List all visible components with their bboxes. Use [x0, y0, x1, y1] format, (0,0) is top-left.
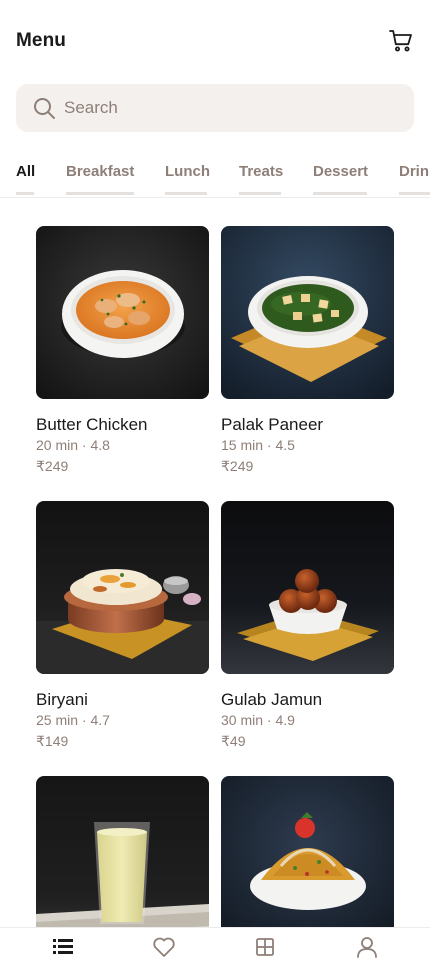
tab-dessert[interactable]: Dessert: [313, 150, 369, 197]
item-meta: 20 min · 4.8: [36, 437, 110, 453]
tab-indicator: [399, 192, 430, 195]
dish-image: [36, 776, 209, 949]
item-name: Gulab Jamun: [221, 690, 323, 709]
grid-icon: [256, 938, 274, 956]
dish-image: [221, 226, 394, 399]
dish-image: [221, 776, 394, 949]
list-icon: [53, 939, 73, 954]
nav-menu[interactable]: [50, 934, 78, 960]
tab-indicator: [66, 192, 134, 195]
item-name: Butter Chicken: [36, 415, 148, 434]
tab-indicator: [165, 192, 207, 195]
item-price: ₹249: [221, 458, 254, 474]
tab-drinks[interactable]: Drinks: [399, 150, 430, 197]
item-price: ₹149: [36, 733, 69, 749]
nav-categories[interactable]: [252, 934, 280, 960]
profile-icon: [357, 937, 377, 958]
tab-label: All: [16, 163, 36, 180]
item-price: ₹49: [221, 733, 246, 749]
nav-favorites[interactable]: [151, 934, 179, 960]
dish-image: [36, 501, 209, 674]
tab-label: Breakfast: [66, 163, 135, 180]
nav-profile[interactable]: [354, 934, 382, 960]
app-header: Menu: [0, 0, 430, 84]
bottom-nav: [0, 927, 430, 972]
item-name: Biryani: [36, 690, 88, 709]
item-meta: 25 min · 4.7: [36, 712, 110, 728]
tab-label: Lunch: [165, 163, 210, 180]
tab-indicator: [239, 192, 281, 195]
item-meta: 15 min · 4.5: [221, 437, 295, 453]
dish-image: [221, 501, 394, 674]
search-icon: [34, 98, 55, 119]
tab-all[interactable]: All: [16, 150, 36, 197]
tab-indicator: [313, 192, 367, 195]
item-price: ₹249: [36, 458, 69, 474]
tab-label: Dessert: [313, 163, 369, 180]
cart-icon: [389, 30, 412, 52]
dish-image: [36, 226, 209, 399]
heart-icon: [153, 937, 175, 957]
cart-button[interactable]: [388, 28, 414, 54]
tab-breakfast[interactable]: Breakfast: [66, 150, 135, 197]
tab-label: Drinks: [399, 163, 430, 180]
category-tabs: All Breakfast Lunch Treats Dessert Drink…: [0, 150, 430, 198]
tab-lunch[interactable]: Lunch: [165, 150, 210, 197]
search-bar[interactable]: [16, 84, 414, 132]
tab-treats[interactable]: Treats: [239, 150, 284, 197]
page-title: Menu: [16, 30, 67, 51]
item-meta: 30 min · 4.9: [221, 712, 295, 728]
item-name: Palak Paneer: [221, 415, 324, 434]
search-input[interactable]: [64, 92, 394, 124]
tab-label: Treats: [239, 163, 284, 180]
tab-indicator: [16, 192, 34, 195]
